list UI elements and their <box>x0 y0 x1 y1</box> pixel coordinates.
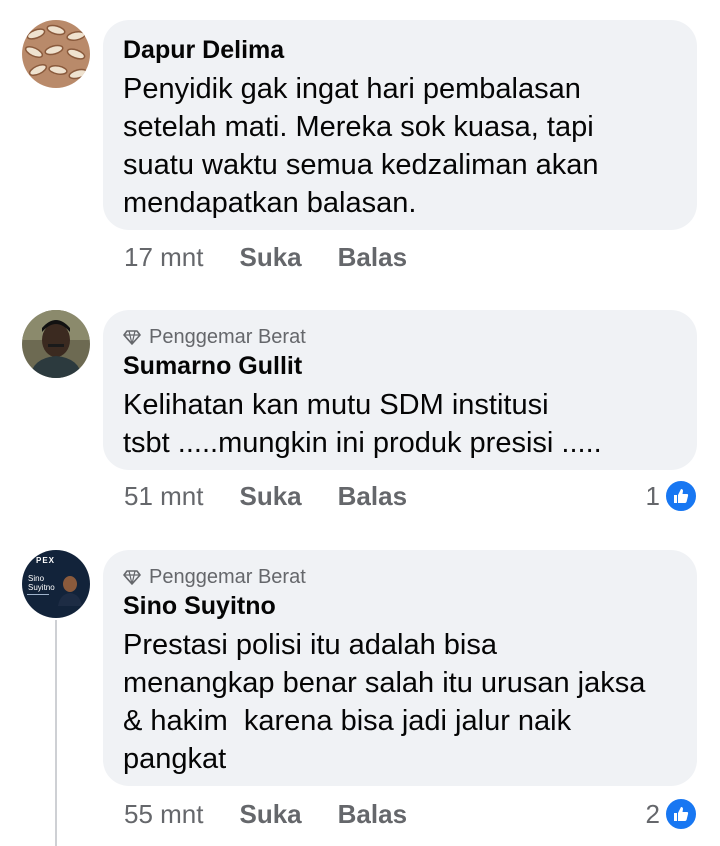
avatar[interactable] <box>22 20 90 88</box>
like-button[interactable]: Suka <box>240 799 302 830</box>
reaction-summary[interactable]: 1 <box>646 476 698 516</box>
comment-actions: 55 mnt Suka Balas <box>124 794 443 834</box>
diamond-icon <box>123 330 141 345</box>
comment-author[interactable]: Sino Suyitno <box>123 590 677 622</box>
diamond-icon <box>123 570 141 585</box>
fan-badge: Penggemar Berat <box>123 564 677 590</box>
comment-timestamp[interactable]: 51 mnt <box>124 481 204 512</box>
reply-button[interactable]: Balas <box>338 242 407 273</box>
badge-label: Penggemar Berat <box>149 566 306 588</box>
reply-button[interactable]: Balas <box>338 799 407 830</box>
fan-badge: Penggemar Berat <box>123 324 677 350</box>
comment-actions: 17 mnt Suka Balas <box>124 237 443 277</box>
reply-button[interactable]: Balas <box>338 481 407 512</box>
profile-photo-icon <box>27 576 82 606</box>
profile-photo-icon <box>22 310 90 378</box>
reply-thread-line <box>55 620 57 846</box>
comment-bubble: Dapur Delima Penyidik gak ingat hari pem… <box>103 20 697 230</box>
reaction-count: 2 <box>645 798 660 829</box>
comment-text: Penyidik gak ingat hari pembalasan setel… <box>123 73 599 219</box>
comment-author[interactable]: Sumarno Gullit <box>123 350 677 382</box>
comment-text: Kelihatan kan mutu SDM institusi tsbt ..… <box>123 389 602 459</box>
reaction-count: 1 <box>645 480 660 511</box>
avatar[interactable] <box>22 310 90 378</box>
reaction-summary[interactable]: 2 <box>646 794 698 834</box>
avatar[interactable]: PEX Sino Suyitno <box>22 550 90 618</box>
comment-bubble: Penggemar Berat Sino Suyitno Prestasi po… <box>103 550 697 786</box>
badge-label: Penggemar Berat <box>149 326 306 348</box>
comment-timestamp[interactable]: 55 mnt <box>124 799 204 830</box>
food-photo-icon <box>22 20 90 88</box>
like-button[interactable]: Suka <box>240 242 302 273</box>
comment-timestamp[interactable]: 17 mnt <box>124 242 204 273</box>
comment-text: Prestasi polisi itu adalah bisa menangka… <box>123 629 646 775</box>
thumbs-up-icon <box>664 797 698 831</box>
like-button[interactable]: Suka <box>240 481 302 512</box>
thumbs-up-icon <box>664 479 698 513</box>
comment-actions: 51 mnt Suka Balas <box>124 476 443 516</box>
comment-author[interactable]: Dapur Delima <box>123 34 677 66</box>
comment-bubble: Penggemar Berat Sumarno Gullit Kelihatan… <box>103 310 697 470</box>
